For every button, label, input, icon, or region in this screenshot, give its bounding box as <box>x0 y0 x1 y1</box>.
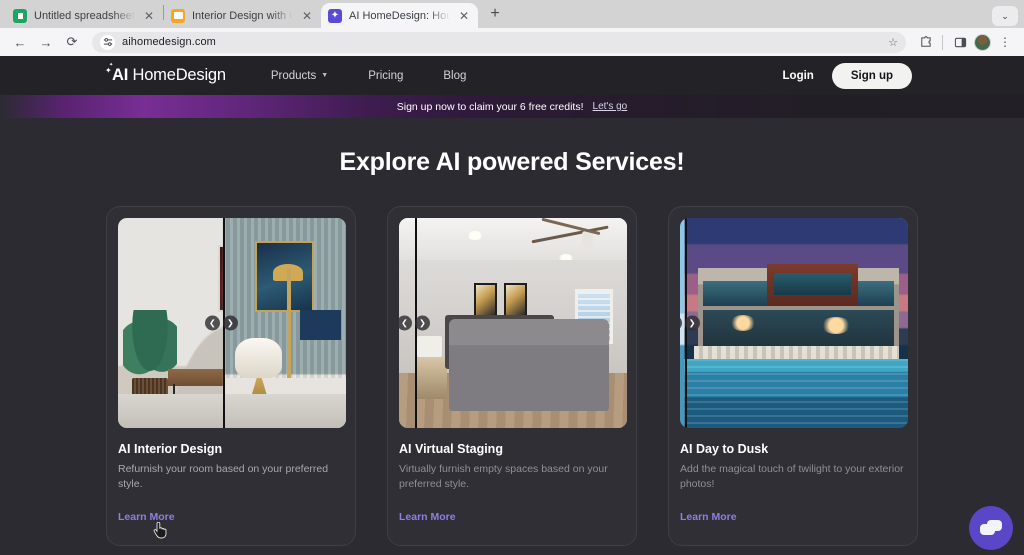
slider-prev-button[interactable]: ❮ <box>205 316 220 331</box>
card-title: AI Interior Design <box>118 442 344 456</box>
header-actions: Login Sign up <box>783 63 912 89</box>
nightstand-decor <box>413 357 447 399</box>
image-icon <box>171 9 185 23</box>
tab-close-icon[interactable]: ✕ <box>142 10 156 22</box>
profile-avatar[interactable] <box>974 34 991 51</box>
card-title: AI Day to Dusk <box>680 442 906 456</box>
before-after-slider[interactable]: ❮ ❯ <box>118 218 346 428</box>
slider-prev-button[interactable]: ❮ <box>680 316 682 331</box>
reload-icon[interactable]: ⟳ <box>60 30 84 54</box>
wall-art-decor <box>474 283 497 317</box>
nav-label: Products <box>271 70 316 82</box>
browser-toolbar: ← → ⟳ aihomedesign.com ☆ <box>0 28 1024 56</box>
service-cards: ❮ ❯ AI Interior Design Refurnish your ro… <box>0 206 1024 546</box>
service-card-interior-design[interactable]: ❮ ❯ AI Interior Design Refurnish your ro… <box>106 206 356 546</box>
google-sheets-icon <box>13 9 27 23</box>
browser-menu-icon[interactable]: ⋮ <box>994 31 1016 53</box>
address-bar[interactable]: aihomedesign.com ☆ <box>92 32 906 53</box>
before-after-slider[interactable]: ❮ ❯ <box>680 218 908 428</box>
sparkle-icon: ✦ <box>105 67 112 75</box>
card-description: Virtually furnish empty spaces based on … <box>399 462 625 492</box>
tab-title: AI HomeDesign: House Desig <box>349 10 450 22</box>
login-link[interactable]: Login <box>783 70 814 82</box>
after-image <box>680 218 908 428</box>
logo-bold-text: AI <box>112 66 128 84</box>
main-nav: Products ▼ Pricing Blog <box>271 70 467 82</box>
browser-window: Untitled spreadsheet - Googl ✕ Interior … <box>0 0 1024 555</box>
page-title: Explore AI powered Services! <box>0 148 1024 177</box>
tune-icon[interactable] <box>100 35 115 50</box>
tab-strip: Untitled spreadsheet - Googl ✕ Interior … <box>0 0 1024 28</box>
toolbar-actions: ⋮ <box>914 31 1016 53</box>
back-icon[interactable]: ← <box>8 30 32 54</box>
slider-controls: ❮ ❯ <box>680 316 700 331</box>
site-header: ✦ ✦ AI HomeDesign Products ▼ Pricing Blo… <box>0 56 1024 95</box>
chat-bubbles-icon <box>980 520 1002 536</box>
web-page: ✦ ✦ AI HomeDesign Products ▼ Pricing Blo… <box>0 56 1024 555</box>
bookmark-star-icon[interactable]: ☆ <box>888 36 898 49</box>
nav-item-blog[interactable]: Blog <box>443 70 466 82</box>
before-after-slider[interactable]: ❮ ❯ <box>399 218 627 428</box>
nav-item-products[interactable]: Products ▼ <box>271 70 328 82</box>
ceiling-light-decor <box>467 231 483 240</box>
tab-strip-actions: ⌄ <box>992 6 1024 28</box>
logo-light-text: HomeDesign <box>128 66 226 84</box>
sparkle-small-icon: ✦ <box>109 63 113 68</box>
wall-art-decor <box>504 283 527 317</box>
card-description: Refurnish your room based on your prefer… <box>118 462 344 492</box>
toolbar-divider <box>942 35 943 50</box>
new-tab-button[interactable]: + <box>482 1 508 27</box>
slider-next-button[interactable]: ❯ <box>415 316 430 331</box>
learn-more-link[interactable]: Learn More <box>680 511 737 523</box>
slider-controls: ❮ ❯ <box>399 316 430 331</box>
forward-icon[interactable]: → <box>34 30 58 54</box>
chevron-down-icon: ▼ <box>321 72 328 79</box>
puzzle-icon[interactable] <box>914 31 936 53</box>
deck-decor <box>694 346 899 359</box>
promo-text: Sign up now to claim your 6 free credits… <box>397 101 584 113</box>
lower-level-decor <box>703 310 895 348</box>
window-glow-decor <box>821 317 851 334</box>
cabinet-decor <box>300 310 341 339</box>
window-glow-decor <box>730 315 756 331</box>
slider-next-button[interactable]: ❯ <box>223 316 238 331</box>
bed-decor <box>449 319 609 411</box>
tab-title: Interior Design with Generati <box>192 10 293 22</box>
card-description: Add the magical touch of twilight to you… <box>680 462 906 492</box>
tab-title: Untitled spreadsheet - Googl <box>34 10 135 22</box>
promo-cta-link[interactable]: Let's go <box>593 101 628 112</box>
learn-more-link[interactable]: Learn More <box>399 511 456 523</box>
slider-next-button[interactable]: ❯ <box>685 316 700 331</box>
after-image <box>399 218 627 428</box>
pool-decor <box>680 359 908 428</box>
nav-item-pricing[interactable]: Pricing <box>368 70 403 82</box>
nav-label: Blog <box>443 70 466 82</box>
side-panel-icon[interactable] <box>949 31 971 53</box>
wood-facade-decor <box>767 264 858 306</box>
url-text: aihomedesign.com <box>122 36 216 48</box>
ai-homedesign-icon <box>328 9 342 23</box>
lamp-decor <box>417 336 442 357</box>
tab-search-chevron-down-icon[interactable]: ⌄ <box>992 6 1018 26</box>
site-logo[interactable]: ✦ ✦ AI HomeDesign <box>112 66 226 85</box>
signup-button[interactable]: Sign up <box>832 63 912 89</box>
chat-widget-button[interactable] <box>969 506 1013 550</box>
promo-banner: Sign up now to claim your 6 free credits… <box>0 95 1024 118</box>
slider-controls: ❮ ❯ <box>205 316 238 331</box>
service-card-day-to-dusk[interactable]: ❮ ❯ AI Day to Dusk Add the magical touch… <box>668 206 918 546</box>
browser-tab-2[interactable]: Interior Design with Generati ✕ <box>164 3 321 28</box>
browser-tab-1[interactable]: Untitled spreadsheet - Googl ✕ <box>6 3 163 28</box>
learn-more-link[interactable]: Learn More <box>118 511 175 523</box>
card-title: AI Virtual Staging <box>399 442 625 456</box>
tab-close-icon[interactable]: ✕ <box>300 10 314 22</box>
ceiling-fan-decor <box>531 222 609 251</box>
slider-prev-button[interactable]: ❮ <box>399 316 412 331</box>
browser-tab-3[interactable]: AI HomeDesign: House Desig ✕ <box>321 3 478 28</box>
tab-close-icon[interactable]: ✕ <box>457 10 471 22</box>
nav-label: Pricing <box>368 70 403 82</box>
service-card-virtual-staging[interactable]: ❮ ❯ AI Virtual Staging Virtually furnish… <box>387 206 637 546</box>
